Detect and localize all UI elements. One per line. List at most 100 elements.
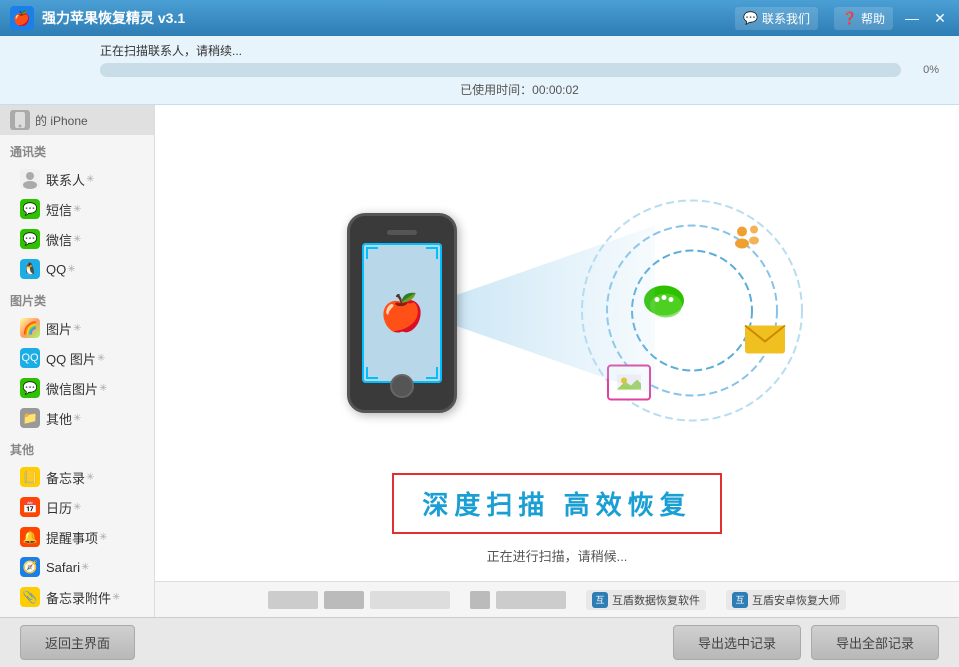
- export-all-button[interactable]: 导出全部记录: [811, 625, 939, 660]
- scan-bar: 正在扫描联系人，请稍续... 0% 已使用时间：00:00:02: [0, 36, 959, 105]
- bottom-right-buttons: 导出选中记录 导出全部记录: [673, 625, 939, 660]
- phone-icon: [10, 110, 30, 130]
- bottom-bar: 返回主界面 导出选中记录 导出全部记录: [0, 617, 959, 667]
- scan-overlay: [362, 243, 442, 383]
- ad-brand-1: 互 互盾数据恢复软件: [586, 590, 706, 610]
- safari-icon: 🧭: [20, 557, 40, 577]
- wechat-label: 微信✳: [46, 230, 81, 249]
- wechat-icon: 💬: [20, 229, 40, 249]
- chat-icon: 💬: [743, 11, 758, 25]
- ad-text-blur-2: [496, 591, 566, 609]
- photos-label: 图片✳: [46, 319, 81, 338]
- sidebar: 的 iPhone 通讯类 联系人✳ 💬 短信✳ 💬 微信✳ 🐧 QQ✳ 图片类 …: [0, 105, 155, 617]
- sidebar-item-notes-attach[interactable]: 📎 备忘录附件✳: [0, 582, 154, 612]
- sidebar-item-photos[interactable]: 🌈 图片✳: [0, 313, 154, 343]
- help-button[interactable]: ❓ 帮助: [834, 7, 893, 30]
- group-title-comms: 通讯类: [0, 135, 154, 164]
- device-label: 的 iPhone: [0, 105, 154, 135]
- progress-percent: 0%: [909, 64, 939, 76]
- scan-time: 已使用时间：00:00:02: [100, 81, 939, 98]
- brand2-text: 互盾安卓恢复大师: [752, 592, 840, 608]
- device-name: 的 iPhone: [35, 112, 88, 129]
- ad-brand-2: 互 互盾安卓恢复大师: [726, 590, 846, 610]
- svg-text:🍎: 🍎: [13, 9, 30, 27]
- scan-visual: 🍎: [287, 158, 827, 468]
- phone-speaker: [387, 230, 417, 235]
- scan-status-text: 正在扫描联系人，请稍续...: [100, 42, 939, 59]
- sidebar-item-qq[interactable]: 🐧 QQ✳: [0, 254, 154, 284]
- qq-photos-icon: QQ: [20, 348, 40, 368]
- notes-attach-label: 备忘录附件✳: [46, 588, 120, 607]
- group-title-photos: 图片类: [0, 284, 154, 313]
- contact-us-button[interactable]: 💬 联系我们: [735, 7, 818, 30]
- progress-container: 0%: [100, 63, 939, 77]
- scan-text: 深度扫描 高效恢复: [422, 490, 691, 520]
- notes-attach-icon: 📎: [20, 587, 40, 607]
- ad-bar: 互 互盾数据恢复软件 互 互盾安卓恢复大师: [155, 581, 959, 617]
- minimize-button[interactable]: —: [903, 10, 921, 27]
- notes-icon: 📒: [20, 467, 40, 487]
- export-selected-button[interactable]: 导出选中记录: [673, 625, 801, 660]
- notes-label: 备忘录✳: [46, 468, 94, 487]
- other-photos-label: 其他✳: [46, 409, 81, 428]
- sidebar-item-other-photos[interactable]: 📁 其他✳: [0, 403, 154, 433]
- qq-photos-label: QQ 图片✳: [46, 349, 105, 368]
- ad-img-2: [470, 591, 490, 609]
- ad-img-1: [324, 591, 364, 609]
- sidebar-item-wechat-attach[interactable]: 💬 微信附件✳: [0, 612, 154, 617]
- scan-corner-bl: [366, 367, 378, 379]
- content-area: 🍎: [155, 105, 959, 617]
- wechat-photos-icon: 💬: [20, 378, 40, 398]
- phone-screen: 🍎: [362, 243, 442, 383]
- main-layout: 的 iPhone 通讯类 联系人✳ 💬 短信✳ 💬 微信✳ 🐧 QQ✳ 图片类 …: [0, 105, 959, 617]
- sidebar-item-sms[interactable]: 💬 短信✳: [0, 194, 154, 224]
- qq-icon: 🐧: [20, 259, 40, 279]
- ad-item-2: [470, 591, 566, 609]
- sidebar-item-notes[interactable]: 📒 备忘录✳: [0, 462, 154, 492]
- photos-icon: 🌈: [20, 318, 40, 338]
- sidebar-item-wechat-photos[interactable]: 💬 微信图片✳: [0, 373, 154, 403]
- window-controls: — ✕: [903, 10, 949, 27]
- ad-text-blur-1: [370, 591, 450, 609]
- help-icon: ❓: [842, 11, 857, 25]
- qq-label: QQ✳: [46, 262, 76, 277]
- reminders-icon: 🔔: [20, 527, 40, 547]
- reminders-label: 提醒事项✳: [46, 528, 107, 547]
- scan-corner-tr: [426, 247, 438, 259]
- sidebar-item-wechat[interactable]: 💬 微信✳: [0, 224, 154, 254]
- phone-home-button: [390, 374, 414, 398]
- sidebar-item-safari[interactable]: 🧭 Safari✳: [0, 552, 154, 582]
- brand1-icon: 互: [592, 592, 608, 608]
- sms-icon: 💬: [20, 199, 40, 219]
- phone-container: 🍎: [347, 213, 457, 413]
- titlebar-actions: 💬 联系我们 ❓ 帮助: [735, 7, 893, 30]
- wechat-photos-label: 微信图片✳: [46, 379, 107, 398]
- app-logo-icon: 🍎: [10, 6, 34, 30]
- contacts-label: 联系人✳: [46, 170, 94, 189]
- progress-bar-background: [100, 63, 901, 77]
- brand2-icon: 互: [732, 592, 748, 608]
- scan-text-box: 深度扫描 高效恢复: [392, 473, 721, 534]
- close-button[interactable]: ✕: [931, 10, 949, 27]
- titlebar: 🍎 强力苹果恢复精灵 v3.1 💬 联系我们 ❓ 帮助 — ✕: [0, 0, 959, 36]
- phone: 🍎: [347, 213, 457, 413]
- sms-label: 短信✳: [46, 200, 81, 219]
- safari-label: Safari✳: [46, 560, 89, 575]
- sidebar-item-contacts[interactable]: 联系人✳: [0, 164, 154, 194]
- app-title: 强力苹果恢复精灵 v3.1: [42, 8, 735, 28]
- other-photos-icon: 📁: [20, 408, 40, 428]
- sidebar-item-qq-photos[interactable]: QQ QQ 图片✳: [0, 343, 154, 373]
- contacts-icon: [20, 169, 40, 189]
- ad-logo-1: [268, 591, 318, 609]
- calendar-label: 日历✳: [46, 498, 81, 517]
- back-button[interactable]: 返回主界面: [20, 625, 135, 660]
- scan-corner-br: [426, 367, 438, 379]
- scan-corner-tl: [366, 247, 378, 259]
- sidebar-item-reminders[interactable]: 🔔 提醒事项✳: [0, 522, 154, 552]
- sidebar-item-calendar[interactable]: 📅 日历✳: [0, 492, 154, 522]
- ad-item-1: [268, 591, 450, 609]
- light-beam: [455, 225, 655, 400]
- calendar-icon: 📅: [20, 497, 40, 517]
- group-title-other: 其他: [0, 433, 154, 462]
- scan-progress-text: 正在进行扫描，请稍候...: [487, 546, 628, 565]
